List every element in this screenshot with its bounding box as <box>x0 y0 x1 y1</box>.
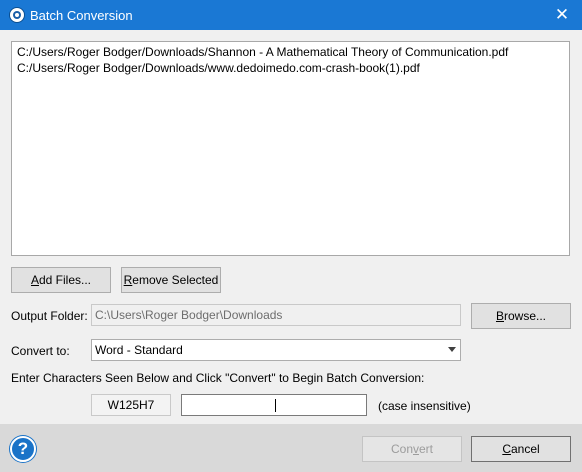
browse-label: rowse... <box>504 309 547 323</box>
add-files-label: dd Files... <box>38 273 92 287</box>
close-icon[interactable]: ✕ <box>542 0 582 30</box>
convert-label-pre: Con <box>390 442 413 456</box>
captcha-code: W125H7 <box>91 394 171 416</box>
cancel-button[interactable]: Cancel <box>471 436 571 462</box>
cancel-label: ancel <box>510 442 540 456</box>
remove-selected-mnemonic: R <box>123 273 133 287</box>
list-item[interactable]: C:/Users/Roger Bodger/Downloads/Shannon … <box>17 44 564 60</box>
window-title: Batch Conversion <box>30 8 133 23</box>
convert-button[interactable]: Convert <box>362 436 462 462</box>
convert-to-value: Word - Standard <box>95 343 183 357</box>
remove-selected-button[interactable]: Remove Selected <box>121 267 221 293</box>
title-bar: Batch Conversion ✕ <box>0 0 582 30</box>
output-folder-field: C:\Users\Roger Bodger\Downloads <box>91 304 461 326</box>
list-item[interactable]: C:/Users/Roger Bodger/Downloads/www.dedo… <box>17 60 564 76</box>
captcha-instruction: Enter Characters Seen Below and Click "C… <box>11 371 425 385</box>
add-files-mnemonic: A <box>30 273 39 287</box>
text-caret <box>275 399 276 412</box>
dialog-footer: ? Convert Cancel <box>0 424 582 472</box>
browse-button[interactable]: Browse... <box>471 303 571 329</box>
output-folder-label: Output Folder: <box>11 309 88 323</box>
case-note: (case insensitive) <box>378 399 471 413</box>
captcha-input[interactable] <box>181 394 367 416</box>
browse-mnemonic: B <box>495 309 504 323</box>
chevron-down-icon[interactable] <box>448 347 456 352</box>
convert-label-post: ert <box>419 442 434 456</box>
remove-selected-label: emove Selected <box>132 273 219 287</box>
cancel-mnemonic: C <box>502 442 511 456</box>
file-list[interactable]: C:/Users/Roger Bodger/Downloads/Shannon … <box>11 41 570 256</box>
convert-to-label: Convert to: <box>11 344 70 358</box>
help-icon[interactable]: ? <box>10 436 36 462</box>
app-logo-icon <box>9 7 25 23</box>
convert-to-select[interactable]: Word - Standard <box>91 339 461 361</box>
add-files-button[interactable]: Add Files... <box>11 267 111 293</box>
